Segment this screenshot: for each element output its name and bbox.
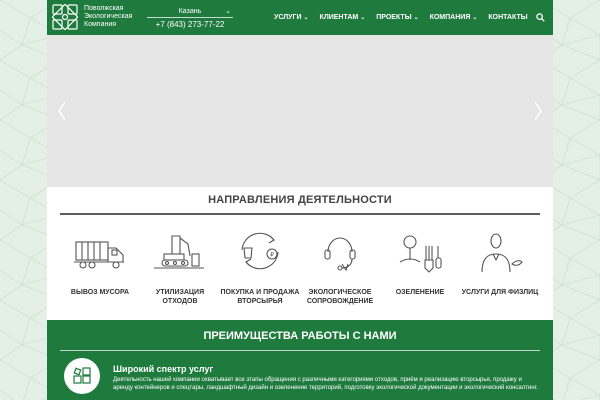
chevron-down-icon: ⌄: [303, 15, 309, 21]
service-label: ПОКУПКА И ПРОДАЖА ВТОРСЫРЬЯ: [220, 289, 300, 305]
advantages-section: ПРЕИМУЩЕСТВА РАБОТЫ С НАМИ Широкий спект…: [47, 320, 553, 400]
directions-divider: [60, 213, 540, 215]
nav-item-projects[interactable]: ПРОЕКТЫ ⌄: [376, 14, 418, 21]
service-label: ОЗЕЛЕНЕНИЕ: [395, 289, 445, 296]
hero-slider[interactable]: [47, 35, 553, 187]
svg-text:₽: ₽: [270, 252, 274, 259]
search-icon[interactable]: [536, 13, 545, 22]
service-label: УСЛУГИ ДЛЯ ФИЗЛИЦ: [461, 289, 539, 296]
service-waste-disposal[interactable]: УТИЛИЗАЦИЯ ОТХОДОВ: [140, 228, 220, 308]
gardening-icon: [399, 235, 442, 273]
person-icon: [481, 233, 523, 273]
advantages-title: ПРЕИМУЩЕСТВА РАБОТЫ С НАМИ: [203, 330, 397, 342]
nav-label: ПРОЕКТЫ: [376, 14, 412, 21]
brand-line: Поволжская: [84, 5, 124, 12]
service-garbage-removal[interactable]: ВЫВОЗ МУСОРА: [60, 228, 140, 308]
service-blocks-icon: [73, 367, 91, 384]
nav-label: КОНТАКТЫ: [488, 14, 528, 21]
service-landscaping[interactable]: ОЗЕЛЕНЕНИЕ: [380, 228, 460, 308]
city-selector[interactable]: Казань ⌄: [147, 6, 233, 18]
nav-item-clients[interactable]: КЛИЕНТАМ ⌄: [320, 14, 366, 21]
advantage-description: Деятельность нашей компании охватывает в…: [113, 377, 538, 391]
brand-line: Экологическая: [84, 13, 133, 20]
nav-item-contacts[interactable]: КОНТАКТЫ: [488, 14, 527, 21]
service-label: ВЫВОЗ МУСОРА: [70, 289, 130, 296]
advantages-divider: [60, 350, 540, 351]
advantage-icon-badge: [64, 358, 100, 394]
nav-label: КЛИЕНТАМ: [319, 14, 359, 21]
garbage-truck-icon: [74, 241, 124, 269]
main-nav: УСЛУГИ ⌄ КЛИЕНТАМ ⌄ ПРОЕКТЫ ⌄ КОМПАНИЯ ⌄ КОН…: [274, 0, 539, 35]
service-eco-support[interactable]: ЭКОЛОГИЧЕСКОЕ СОПРОВОЖДЕНИЕ: [300, 228, 380, 308]
directions-title: НАПРАВЛЕНИЯ ДЕЯТЕЛЬНОСТИ: [208, 194, 392, 206]
recycle-exchange-icon: ₽: [241, 232, 279, 270]
service-private-clients[interactable]: УСЛУГИ ДЛЯ ФИЗЛИЦ: [460, 228, 540, 308]
chevron-down-icon: ⌄: [472, 15, 478, 21]
nav-label: КОМПАНИЯ: [429, 14, 471, 21]
chevron-down-icon: ⌄: [225, 8, 231, 15]
slider-prev-arrow-icon[interactable]: [57, 101, 67, 121]
phone-number[interactable]: +7 (843) 273-77-22: [147, 20, 233, 29]
site-header: Поволжская Экологическая Компания Казань…: [47, 0, 553, 35]
slider-next-arrow-icon[interactable]: [533, 101, 543, 121]
chevron-down-icon: ⌄: [360, 15, 366, 21]
advantage-heading: Широкий спектр услуг: [113, 364, 214, 374]
brand-line: Компания: [84, 21, 117, 28]
directions-list: ВЫВОЗ МУСОРА УТИЛИЗАЦИЯ ОТХОДОВ ₽ ПОКУПК…: [60, 228, 540, 308]
nav-label: УСЛУГИ: [274, 14, 302, 21]
service-label: ЭКОЛОГИЧЕСКОЕ СОПРОВОЖДЕНИЕ: [306, 289, 374, 305]
city-value: Казань: [178, 8, 202, 15]
company-name[interactable]: Поволжская Экологическая Компания: [84, 5, 154, 29]
company-logo-icon[interactable]: [52, 4, 78, 30]
service-label: УТИЛИЗАЦИЯ ОТХОДОВ: [155, 289, 205, 305]
chevron-down-icon: ⌄: [413, 15, 419, 21]
excavator-icon: [154, 235, 204, 269]
nav-item-services[interactable]: УСЛУГИ ⌄: [274, 14, 309, 21]
service-recyclables-trade[interactable]: ₽ ПОКУПКА И ПРОДАЖА ВТОРСЫРЬЯ: [220, 228, 300, 308]
headset-icon: [324, 237, 356, 272]
nav-item-company[interactable]: КОМПАНИЯ ⌄: [430, 14, 478, 21]
